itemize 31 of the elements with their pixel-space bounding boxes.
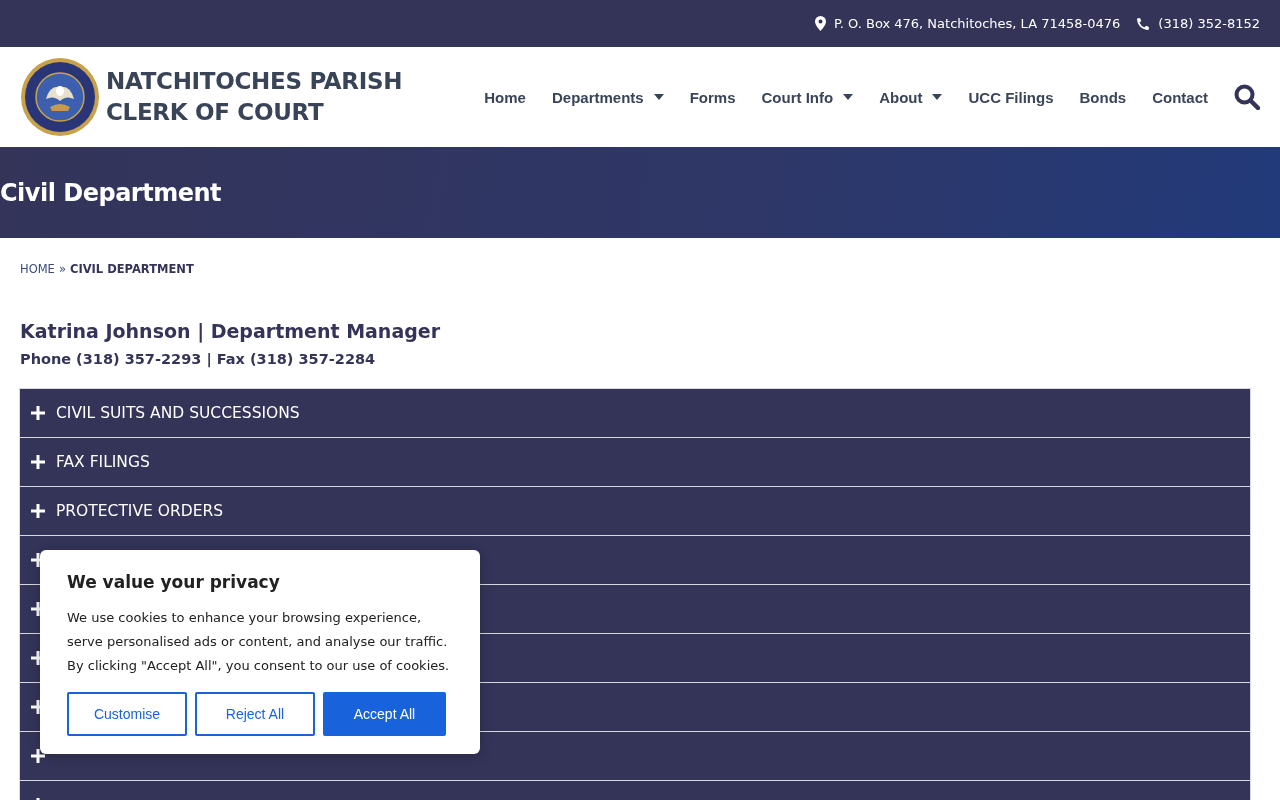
cookie-text: We use cookies to enhance your browsing experience, serve personalised ads or content, and analyse our traffic. By clicking "Accept All", you consent to our use of cookies.	[67, 609, 451, 675]
nav-link[interactable]: About	[879, 88, 943, 106]
nav-link[interactable]: Departments	[551, 88, 664, 106]
page-title: Civil Department	[0, 178, 222, 207]
breadcrumb-link[interactable]: HOME	[20, 262, 55, 276]
address-text: P. O. Box 476, Natchitoches, LA 71458-0476	[833, 16, 1121, 31]
nav-link[interactable]: Home	[484, 88, 526, 106]
accordion-title: CIVIL SUITS AND SUCCESSIONS	[56, 404, 300, 422]
nav-link[interactable]: Forms	[689, 88, 736, 106]
nav-link[interactable]: Court Info	[761, 88, 854, 106]
cookie-button[interactable]: Customise	[67, 692, 187, 736]
cookie-title: We value your privacy	[67, 572, 281, 592]
contact-text: Phone (318) 357-2293 | Fax (318) 357-2284	[20, 351, 377, 367]
cookie-button[interactable]: Accept All	[323, 692, 446, 736]
accordion-header[interactable]: PROTECTIVE ORDERS	[20, 487, 1250, 535]
search-icon[interactable]	[1234, 84, 1260, 110]
nav-link[interactable]: Contact	[1152, 88, 1208, 106]
phone-icon	[1136, 16, 1151, 31]
nav-link[interactable]: Bonds	[1079, 88, 1127, 106]
accordion-title: PROTECTIVE ORDERS	[56, 502, 224, 520]
accordion-header[interactable]: CIVIL SUITS AND SUCCESSIONS	[20, 389, 1250, 437]
nav-link[interactable]: UCC Filings	[968, 88, 1054, 106]
accordion-title: FAX FILINGS	[56, 453, 150, 471]
cookie-button[interactable]: Reject All	[195, 692, 315, 736]
manager-heading: Katrina Johnson | Department Manager	[20, 320, 442, 342]
accordion-header[interactable]: FAX FILINGS	[20, 438, 1250, 486]
breadcrumb-separator: »	[58, 262, 66, 276]
phone-text: (318) 352-8152	[1158, 16, 1260, 31]
breadcrumb-current: CIVIL DEPARTMENT	[69, 262, 194, 276]
site-title[interactable]: NATCHITOCHES PARISH CLERK OF COURT	[106, 66, 403, 128]
map-pin-icon	[814, 16, 826, 31]
